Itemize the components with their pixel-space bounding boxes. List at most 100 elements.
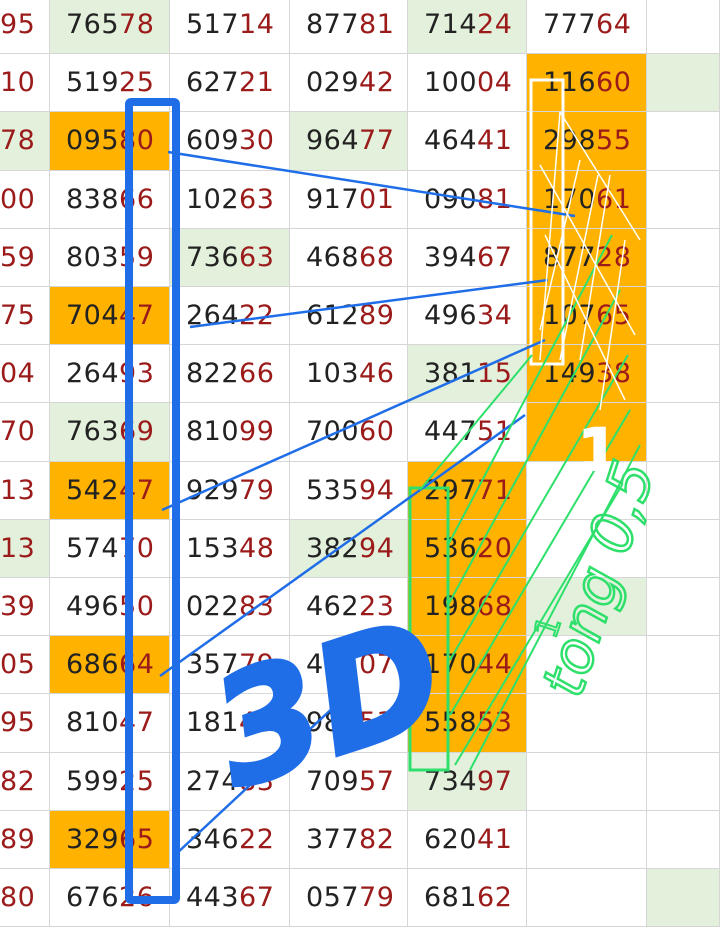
table-cell: 986 53 (290, 694, 408, 753)
table-cell: 447 51 (408, 403, 527, 462)
table-cell: 676 26 (50, 869, 170, 928)
table-cell: 496 50 (50, 578, 170, 637)
table-cell: 917 01 (290, 170, 408, 229)
lottery-results-table: 95 765 78 517 14 877 81 714 24 777 64 10 519 25 627 21 0… (0, 0, 720, 930)
table-cell: 80 (0, 869, 50, 928)
table-cell: 462 23 (290, 578, 408, 637)
table-cell (527, 752, 647, 811)
table-cell: 10 (0, 54, 50, 113)
table-cell: 686 64 (50, 636, 170, 695)
table-cell: 443 67 (170, 869, 290, 928)
table-cell: 377 82 (290, 810, 408, 869)
table-cell (647, 287, 720, 346)
table-cell: 95 (0, 694, 50, 753)
table-cell (647, 461, 720, 520)
table-cell: 149 38 (527, 345, 647, 404)
table-cell: 82 (0, 752, 50, 811)
table-cell: 090 81 (408, 170, 527, 229)
table-cell: 394 67 (408, 228, 527, 287)
table-cell: 803 59 (50, 228, 170, 287)
table-cell (647, 810, 720, 869)
table-cell: 627 21 (170, 54, 290, 113)
table-cell: 700 60 (290, 403, 408, 462)
table-cell: 029 42 (290, 54, 408, 113)
table-cell (647, 869, 720, 928)
table-cell: 00 (0, 170, 50, 229)
table-cell: 13 (0, 519, 50, 578)
table-cell: 264 93 (50, 345, 170, 404)
table-cell (527, 694, 647, 753)
table-cell: 810 47 (50, 694, 170, 753)
table-cell: 264 22 (170, 287, 290, 346)
table-cell: 022 83 (170, 578, 290, 637)
table-cell: 681 62 (408, 869, 527, 928)
table-cell: 107 65 (527, 287, 647, 346)
table-cell (647, 403, 720, 462)
table-cell: 929 79 (170, 461, 290, 520)
table-cell: 13 (0, 461, 50, 520)
table-cell: 609 30 (170, 112, 290, 171)
table-cell: 734 97 (408, 752, 527, 811)
table-cell: 170 44 (408, 636, 527, 695)
table-cell (647, 345, 720, 404)
table-cell: 542 47 (50, 461, 170, 520)
table-cell (527, 578, 647, 637)
table-cell: 536 20 (408, 519, 527, 578)
table-cell: 198 68 (408, 578, 527, 637)
table-cell: 877 28 (527, 228, 647, 287)
table-cell: 519 25 (50, 54, 170, 113)
table-cell: 599 25 (50, 752, 170, 811)
table-cell: 70 (0, 403, 50, 462)
table-cell (647, 519, 720, 578)
table-cell: 496 34 (408, 287, 527, 346)
table-cell: 763 69 (50, 403, 170, 462)
table-cell: 100 04 (408, 54, 527, 113)
table-cell: 39 (0, 578, 50, 637)
table-cell: 170 61 (527, 170, 647, 229)
table-cell (527, 810, 647, 869)
table-cell: 181 40 (170, 694, 290, 753)
table-cell (647, 112, 720, 171)
table-cell: 877 81 (290, 0, 408, 55)
table-cell: 95 (0, 0, 50, 55)
table-cell: 574 70 (50, 519, 170, 578)
table-cell: 78 (0, 112, 50, 171)
table-cell: 116 60 (527, 54, 647, 113)
table-cell (647, 578, 720, 637)
table-cell: 765 78 (50, 0, 170, 55)
table-cell: 468 68 (290, 228, 408, 287)
table-cell: 75 (0, 287, 50, 346)
table-cell: 612 89 (290, 287, 408, 346)
table-cell: 810 99 (170, 403, 290, 462)
table-cell: 102 63 (170, 170, 290, 229)
table-cell (647, 170, 720, 229)
table-cell: 558 53 (408, 694, 527, 753)
table-cell: 777 64 (527, 0, 647, 55)
table-cell: 89 (0, 810, 50, 869)
table-cell: 620 41 (408, 810, 527, 869)
table-cell: 822 66 (170, 345, 290, 404)
table-cell: 59 (0, 228, 50, 287)
table-cell (647, 0, 720, 55)
table-cell: 095 80 (50, 112, 170, 171)
table-cell (527, 461, 647, 520)
table-cell: 535 94 (290, 461, 408, 520)
table-cell (647, 228, 720, 287)
table-cell (647, 752, 720, 811)
table-cell: 964 77 (290, 112, 408, 171)
table-cell: 709 57 (290, 752, 408, 811)
table-cell: 382 94 (290, 519, 408, 578)
table-cell: 057 79 (290, 869, 408, 928)
table-cell: 464 41 (408, 112, 527, 171)
table-cell (527, 869, 647, 928)
table-cell: 297 71 (408, 461, 527, 520)
table-cell: 736 63 (170, 228, 290, 287)
table-cell (527, 403, 647, 462)
table-cell: 04 (0, 345, 50, 404)
table-cell: 517 14 (170, 0, 290, 55)
table-cell (527, 636, 647, 695)
table-cell: 838 66 (50, 170, 170, 229)
table-cell: 415 07 (290, 636, 408, 695)
table-cell: 274 83 (170, 752, 290, 811)
table-cell: 298 55 (527, 112, 647, 171)
